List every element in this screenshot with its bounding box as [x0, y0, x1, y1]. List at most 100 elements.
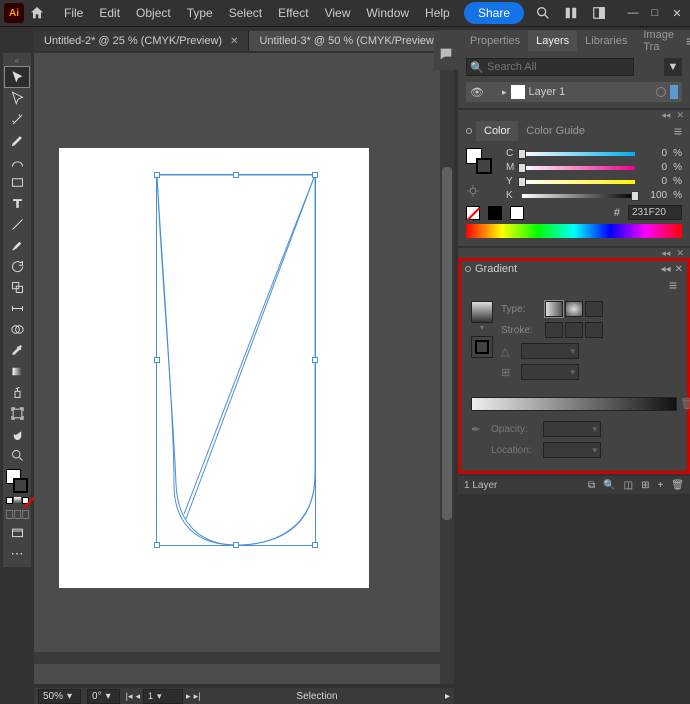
- last-page-icon[interactable]: ▸|: [194, 691, 201, 702]
- fill-stroke-swatch[interactable]: [5, 468, 29, 494]
- stroke-within-button[interactable]: [545, 322, 563, 338]
- menu-type[interactable]: Type: [179, 2, 221, 24]
- edit-toolbar-icon[interactable]: ⋯: [5, 544, 29, 564]
- opacity-dropdown[interactable]: ▾: [543, 421, 601, 437]
- resize-handle[interactable]: [154, 172, 160, 178]
- zoom-dropdown[interactable]: 50%▾: [38, 689, 81, 704]
- locate-icon[interactable]: ⧉: [588, 480, 595, 491]
- paintbrush-tool[interactable]: [5, 235, 29, 255]
- color-spectrum[interactable]: [466, 224, 682, 238]
- cyan-slider[interactable]: [522, 149, 635, 159]
- collapse-icon[interactable]: ◂◂: [661, 110, 670, 121]
- aspect-dropdown[interactable]: ▾: [521, 364, 579, 380]
- screen-mode-tool[interactable]: [5, 523, 29, 543]
- registration-icon[interactable]: [466, 184, 480, 198]
- gradient-tool[interactable]: [5, 361, 29, 381]
- line-tool[interactable]: [5, 214, 29, 234]
- next-page-icon[interactable]: ▸: [186, 691, 191, 702]
- black-slider[interactable]: [522, 191, 635, 201]
- resize-handle[interactable]: [312, 542, 318, 548]
- new-layer-icon[interactable]: +: [657, 480, 663, 491]
- share-button[interactable]: Share: [464, 2, 524, 24]
- layer-name-label[interactable]: Layer 1: [529, 86, 652, 98]
- gradient-fill-stroke[interactable]: [471, 336, 493, 358]
- draw-inside-icon[interactable]: [22, 510, 29, 519]
- resize-handle[interactable]: [154, 542, 160, 548]
- hand-tool[interactable]: [5, 424, 29, 444]
- resize-handle[interactable]: [233, 172, 239, 178]
- find-icon[interactable]: 🔍: [603, 480, 615, 491]
- eyedropper-icon[interactable]: ✒: [471, 423, 485, 436]
- stroke-along-button[interactable]: [565, 322, 583, 338]
- collapse-icon[interactable]: ◂◂: [661, 264, 671, 275]
- gradient-color-icon[interactable]: [14, 497, 21, 504]
- panel-menu-icon[interactable]: ≡: [682, 33, 690, 49]
- menu-effect[interactable]: Effect: [270, 2, 316, 24]
- tab-image-trace[interactable]: Image Tra: [635, 25, 682, 57]
- expand-icon[interactable]: ▸: [502, 87, 507, 98]
- angle-dropdown[interactable]: ▾: [521, 343, 579, 359]
- scale-tool[interactable]: [5, 277, 29, 297]
- stroke-swatch[interactable]: [13, 478, 28, 493]
- tab-libraries[interactable]: Libraries: [577, 31, 635, 51]
- zoom-tool[interactable]: [5, 445, 29, 465]
- menu-window[interactable]: Window: [358, 2, 417, 24]
- resize-handle[interactable]: [233, 542, 239, 548]
- document-tab[interactable]: Untitled-3* @ 50 % (CMYK/Preview) ✕: [249, 31, 464, 51]
- selection-tool[interactable]: [5, 67, 29, 87]
- vertical-scrollbar[interactable]: [440, 53, 454, 684]
- panel-menu-icon[interactable]: ≡: [670, 123, 686, 139]
- resize-handle[interactable]: [312, 357, 318, 363]
- draw-normal-icon[interactable]: [6, 510, 13, 519]
- shape-builder-tool[interactable]: [5, 319, 29, 339]
- tab-color[interactable]: Color: [476, 121, 518, 141]
- rotate-tool[interactable]: [5, 256, 29, 276]
- delete-stop-icon[interactable]: 🗑: [680, 397, 690, 410]
- collapsed-dock[interactable]: [434, 30, 458, 70]
- rotate-dropdown[interactable]: 0°▾: [87, 689, 120, 704]
- yellow-slider[interactable]: [522, 177, 635, 187]
- none-color-icon[interactable]: [22, 497, 29, 504]
- clip-mask-icon[interactable]: ◫: [624, 480, 633, 491]
- visibility-icon[interactable]: 👁: [470, 86, 484, 99]
- tab-properties[interactable]: Properties: [462, 31, 528, 51]
- resize-handle[interactable]: [154, 357, 160, 363]
- collapse-icon[interactable]: «: [5, 56, 29, 66]
- symbol-sprayer-tool[interactable]: [5, 382, 29, 402]
- tab-layers[interactable]: Layers: [528, 31, 577, 51]
- location-dropdown[interactable]: ▾: [543, 442, 601, 458]
- none-swatch[interactable]: [466, 206, 480, 220]
- curvature-tool[interactable]: [5, 151, 29, 171]
- first-page-icon[interactable]: |◂: [126, 691, 133, 702]
- maximize-button[interactable]: □: [646, 6, 664, 20]
- menu-object[interactable]: Object: [128, 2, 179, 24]
- resize-handle[interactable]: [312, 172, 318, 178]
- magenta-slider[interactable]: [522, 163, 635, 173]
- rectangle-tool[interactable]: [5, 172, 29, 192]
- target-icon[interactable]: [656, 87, 666, 97]
- tab-color-guide[interactable]: Color Guide: [518, 121, 593, 141]
- draw-behind-icon[interactable]: [14, 510, 21, 519]
- collapse-icon[interactable]: ◂◂: [661, 248, 670, 259]
- prev-page-icon[interactable]: ◂: [136, 691, 141, 702]
- canvas-area[interactable]: [34, 53, 454, 684]
- black-value[interactable]: 100: [641, 190, 667, 201]
- arrange-icon[interactable]: [562, 4, 580, 22]
- close-button[interactable]: ✕: [668, 6, 686, 20]
- yellow-value[interactable]: 0: [641, 176, 667, 187]
- page-dropdown[interactable]: 1▾: [143, 689, 183, 704]
- eyedropper-tool[interactable]: [5, 340, 29, 360]
- layers-search-input[interactable]: [466, 58, 634, 76]
- delete-layer-icon[interactable]: 🗑: [671, 480, 684, 491]
- close-tab-icon[interactable]: ✕: [230, 36, 238, 47]
- type-tool[interactable]: [5, 193, 29, 213]
- workspace-icon[interactable]: [590, 4, 608, 22]
- menu-file[interactable]: File: [56, 2, 91, 24]
- menu-select[interactable]: Select: [221, 2, 270, 24]
- direct-selection-tool[interactable]: [5, 88, 29, 108]
- document-tab[interactable]: Untitled-2* @ 25 % (CMYK/Preview) ✕: [34, 31, 249, 51]
- close-panel-icon[interactable]: ✕: [676, 248, 684, 259]
- gradient-preview[interactable]: [471, 301, 493, 323]
- freeform-gradient-button[interactable]: [585, 301, 603, 317]
- radial-gradient-button[interactable]: [565, 301, 583, 317]
